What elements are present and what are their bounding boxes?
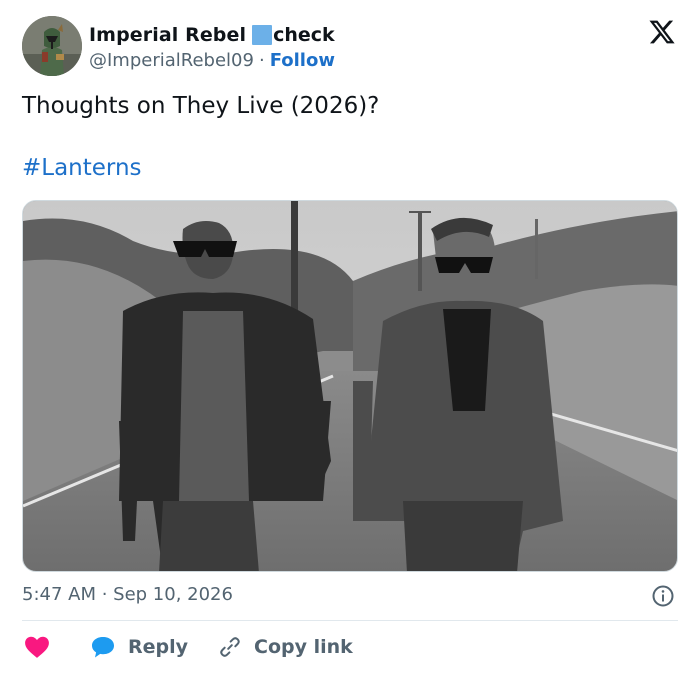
author-handle-row: @ImperialRebel09 · Follow xyxy=(89,48,335,72)
author-display-name[interactable]: Imperial Rebel xyxy=(89,24,246,46)
verified-badge: check xyxy=(252,24,335,46)
follow-button[interactable]: Follow xyxy=(270,50,335,71)
link-icon xyxy=(220,637,240,657)
tweet-actions: Reply Copy link xyxy=(24,632,353,662)
tweet-photo[interactable] xyxy=(22,200,678,572)
verified-badge-icon xyxy=(252,25,273,45)
verified-badge-label: check xyxy=(273,24,335,46)
info-icon[interactable] xyxy=(651,584,675,608)
copy-link-button[interactable]: Copy link xyxy=(218,635,353,659)
like-button[interactable] xyxy=(24,635,50,659)
divider xyxy=(22,620,678,621)
photo-image xyxy=(23,201,677,571)
x-logo-icon[interactable] xyxy=(648,18,676,46)
speech-bubble-icon xyxy=(92,637,114,658)
handle-separator: · xyxy=(258,49,265,71)
avatar[interactable] xyxy=(22,16,82,76)
avatar-image xyxy=(22,16,82,76)
reply-button[interactable]: Reply xyxy=(90,635,188,659)
tweet-card: Imperial Rebel check @ImperialRebel09 · … xyxy=(0,0,700,674)
copy-link-label: Copy link xyxy=(254,636,353,658)
author-handle[interactable]: @ImperialRebel09 xyxy=(89,50,254,71)
heart-icon xyxy=(25,636,49,658)
author-name-row: Imperial Rebel check xyxy=(89,22,335,48)
tweet-text: Thoughts on They Live (2026)? xyxy=(22,93,380,119)
hashtag-link[interactable]: #Lanterns xyxy=(22,155,142,181)
tweet-timestamp[interactable]: 5:47 AM · Sep 10, 2026 xyxy=(22,584,233,605)
reply-label: Reply xyxy=(128,636,189,658)
